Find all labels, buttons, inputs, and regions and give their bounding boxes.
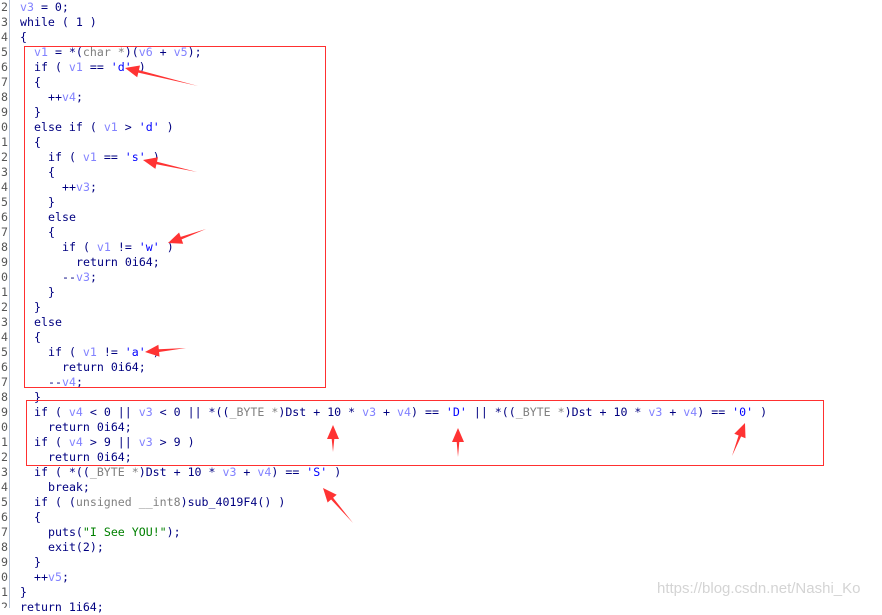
red-arrow-icon [143, 157, 197, 172]
annotation-arrows [125, 65, 746, 523]
red-arrow-icon [145, 344, 186, 357]
red-arrow-icon [452, 428, 464, 457]
red-arrow-icon [168, 229, 206, 244]
red-arrow-icon [323, 488, 353, 523]
red-arrow-icon [327, 425, 339, 452]
red-arrow-icon [125, 65, 198, 86]
red-arrow-icon [732, 423, 746, 456]
watermark: https://blog.csdn.net/Nashi_Ko [657, 580, 861, 597]
